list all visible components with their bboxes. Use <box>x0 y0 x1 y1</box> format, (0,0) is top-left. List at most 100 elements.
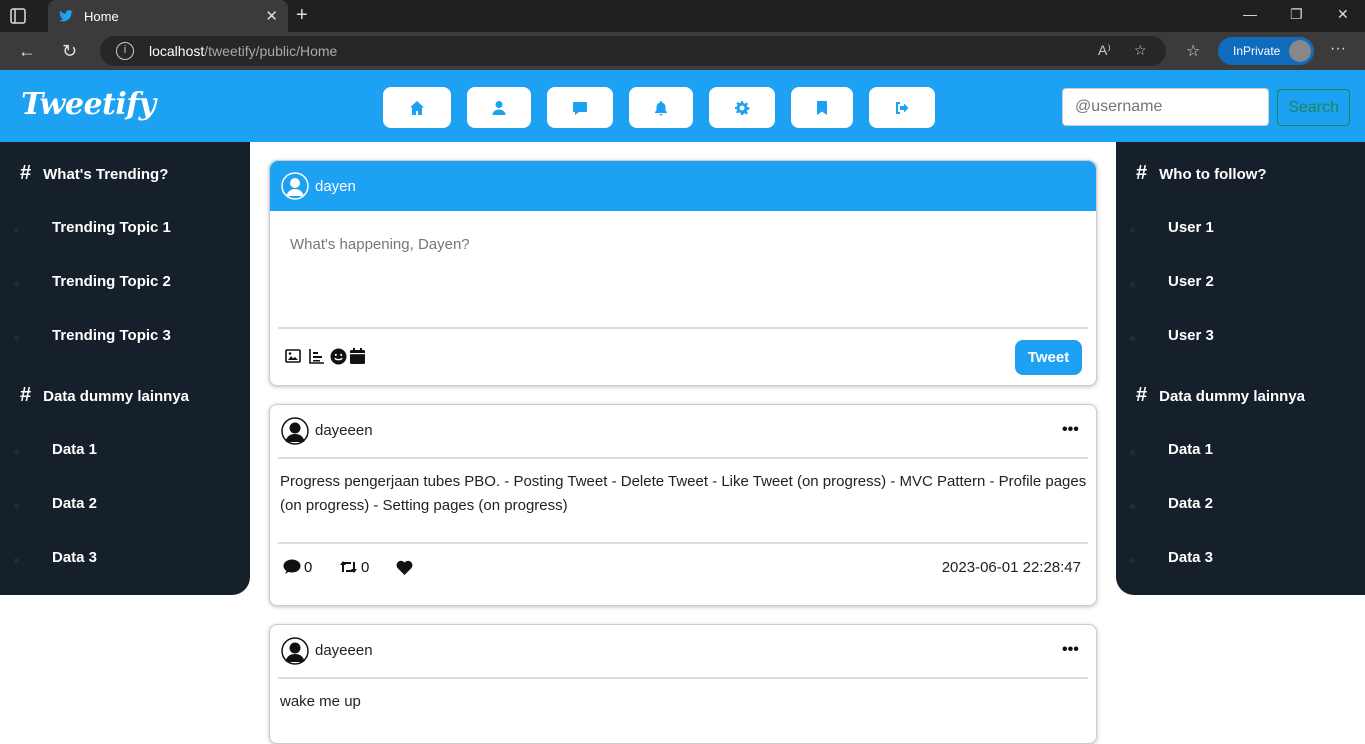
user-avatar-icon[interactable] <box>281 417 309 445</box>
hash-icon: # <box>1136 384 1148 406</box>
post-username[interactable]: dayeeen <box>315 642 373 659</box>
post-body: wake me up <box>280 693 361 710</box>
minimize-icon[interactable]: — <box>1243 6 1257 22</box>
post-username[interactable]: dayeeen <box>315 422 373 439</box>
image-icon[interactable] <box>285 348 301 364</box>
compose-header: dayen <box>270 161 1096 211</box>
inprivate-badge[interactable]: InPrivate <box>1218 37 1314 65</box>
bullet-icon <box>1130 228 1135 233</box>
bullet-icon <box>1130 336 1135 341</box>
notifications-nav-button[interactable] <box>629 87 693 128</box>
who-to-follow-heading: # Who to follow? <box>1136 162 1267 184</box>
bullet-icon <box>1130 282 1135 287</box>
tweet-textarea[interactable]: What's happening, Dayen? <box>290 236 470 253</box>
bullet-icon <box>14 282 19 287</box>
url-host: localhost <box>149 43 205 59</box>
url-field[interactable]: i localhost/tweetify/public/Home A⁾ ☆ <box>100 36 1166 66</box>
trending-topic-1[interactable]: Trending Topic 1 <box>52 219 171 236</box>
comment-icon <box>573 101 587 115</box>
gear-icon <box>735 100 750 115</box>
tweet-card: dayeeen ••• Progress pengerjaan tubes PB… <box>269 404 1097 606</box>
follow-user-1[interactable]: User 1 <box>1168 219 1214 236</box>
bullet-icon <box>1130 450 1135 455</box>
follow-user-2[interactable]: User 2 <box>1168 273 1214 290</box>
settings-nav-button[interactable] <box>709 87 775 128</box>
bullet-icon <box>14 228 19 233</box>
retweet-icon[interactable] <box>339 559 358 575</box>
bullet-icon <box>14 336 19 341</box>
trending-heading: # What's Trending? <box>20 162 169 184</box>
data-item-3[interactable]: Data 3 <box>1168 549 1213 566</box>
data-item-1[interactable]: Data 1 <box>52 441 97 458</box>
poll-icon[interactable] <box>309 348 325 364</box>
more-options-icon[interactable]: ••• <box>1062 421 1079 439</box>
profile-nav-button[interactable] <box>467 87 531 128</box>
hash-icon: # <box>1136 162 1148 184</box>
messages-nav-button[interactable] <box>547 87 613 128</box>
user-avatar-icon[interactable] <box>281 637 309 665</box>
tweet-button[interactable]: Tweet <box>1015 340 1082 375</box>
user-avatar-icon <box>281 172 309 200</box>
more-options-icon[interactable]: ••• <box>1062 641 1079 659</box>
restore-icon[interactable]: ❐ <box>1290 6 1303 23</box>
site-info-icon[interactable]: i <box>116 42 134 60</box>
tab-title: Home <box>84 9 119 24</box>
inprivate-label: InPrivate <box>1233 44 1281 58</box>
tab-actions-icon[interactable] <box>8 6 28 26</box>
more-options-icon[interactable]: ··· <box>1330 40 1346 58</box>
username-search-input[interactable] <box>1062 88 1269 126</box>
divider <box>278 542 1088 544</box>
data-item-1[interactable]: Data 1 <box>1168 441 1213 458</box>
url-path: /tweetify/public/Home <box>204 43 338 59</box>
tweet-card: dayeeen ••• wake me up <box>269 624 1097 744</box>
comment-count: 0 <box>304 559 313 576</box>
tab-close-icon[interactable]: ✕ <box>265 7 278 25</box>
logout-icon <box>896 101 909 114</box>
app-navbar: Tweetify Search <box>0 70 1365 142</box>
compose-card: dayen What's happening, Dayen? Tweet <box>269 160 1097 386</box>
browser-tab[interactable]: Home ✕ <box>48 0 288 32</box>
back-icon[interactable]: ← <box>18 41 36 62</box>
dummy-data-heading: # Data dummy lainnya <box>20 384 190 406</box>
bookmarks-nav-button[interactable] <box>791 87 853 128</box>
data-item-3[interactable]: Data 3 <box>52 549 97 566</box>
bullet-icon <box>1130 558 1135 563</box>
new-tab-icon[interactable]: + <box>296 4 308 27</box>
user-icon <box>492 100 506 115</box>
post-timestamp: 2023-06-01 22:28:47 <box>941 559 1081 576</box>
read-aloud-icon[interactable]: A⁾ <box>1098 42 1111 59</box>
favorites-icon[interactable]: ☆ <box>1186 41 1200 61</box>
heart-icon[interactable] <box>396 560 413 575</box>
bell-icon <box>655 100 667 115</box>
left-sidebar: # What's Trending? Trending Topic 1 Trend… <box>0 142 250 595</box>
reload-icon[interactable]: ↻ <box>62 41 77 62</box>
compose-username: dayen <box>315 178 356 195</box>
twitter-favicon-icon <box>59 10 73 22</box>
brand-logo[interactable]: Tweetify <box>21 87 156 122</box>
divider <box>278 457 1088 459</box>
trending-topic-3[interactable]: Trending Topic 3 <box>52 327 171 344</box>
profile-avatar <box>1289 40 1311 62</box>
divider <box>278 327 1088 329</box>
hash-icon: # <box>20 384 32 406</box>
bullet-icon <box>14 558 19 563</box>
comment-icon[interactable] <box>283 559 301 575</box>
logout-nav-button[interactable] <box>869 87 935 128</box>
bullet-icon <box>1130 504 1135 509</box>
add-favorite-icon[interactable]: ☆ <box>1134 42 1147 59</box>
data-item-2[interactable]: Data 2 <box>1168 495 1213 512</box>
trending-topic-2[interactable]: Trending Topic 2 <box>52 273 171 290</box>
home-nav-button[interactable] <box>383 87 451 128</box>
window-close-icon[interactable]: ✕ <box>1337 6 1349 23</box>
data-item-2[interactable]: Data 2 <box>52 495 97 512</box>
dummy-data-heading: # Data dummy lainnya <box>1136 384 1306 406</box>
right-sidebar: # Who to follow? User 1 User 2 User 3 # Da… <box>1116 142 1365 595</box>
bullet-icon <box>14 504 19 509</box>
divider <box>278 677 1088 679</box>
post-body: Progress pengerjaan tubes PBO. - Posting… <box>280 473 1087 514</box>
emoji-icon[interactable] <box>330 348 347 365</box>
calendar-icon[interactable] <box>350 348 365 364</box>
search-button[interactable]: Search <box>1277 89 1350 126</box>
hash-icon: # <box>20 162 32 184</box>
follow-user-3[interactable]: User 3 <box>1168 327 1214 344</box>
